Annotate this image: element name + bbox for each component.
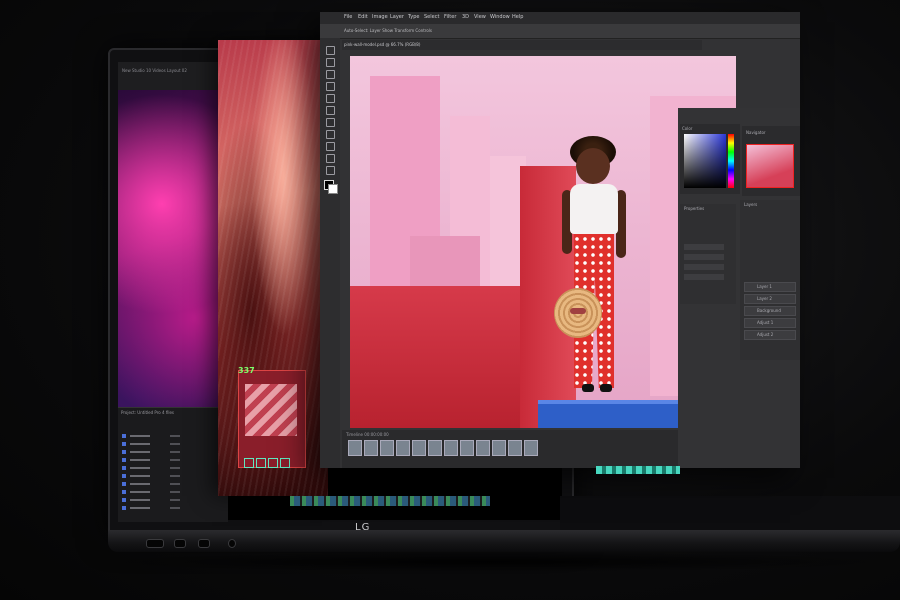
timeline-header: Timeline 00:00:00:00 [346, 432, 389, 437]
hat-band [570, 308, 586, 314]
navigator-thumbnail[interactable] [746, 144, 794, 188]
menu-filter[interactable]: Filter [444, 14, 456, 20]
model-shoe [582, 384, 594, 392]
menu-help[interactable]: Help [512, 14, 523, 20]
list-item[interactable] [122, 498, 182, 502]
project-panel-title: Project: Untitled Pro 4 files [121, 410, 175, 415]
move-tool-icon[interactable] [326, 46, 335, 55]
toggle-icon[interactable] [268, 458, 278, 468]
timeline-frame[interactable] [364, 440, 378, 456]
list-item[interactable] [122, 434, 182, 438]
list-item[interactable] [122, 466, 182, 470]
menu-window[interactable]: Window [490, 14, 510, 20]
laptop-shadow [80, 552, 900, 572]
list-item[interactable] [122, 490, 182, 494]
menu-select[interactable]: Select [424, 14, 439, 20]
timeline-frame[interactable] [460, 440, 474, 456]
toggle-icon[interactable] [256, 458, 266, 468]
usb-c-port-icon [174, 539, 186, 548]
marquee-tool-icon[interactable] [326, 58, 335, 67]
timeline-frame[interactable] [348, 440, 362, 456]
menu-layer[interactable]: Layer [390, 14, 404, 20]
layer-name: Layer 2 [757, 296, 772, 301]
timeline-frame[interactable] [396, 440, 410, 456]
timeline-frame[interactable] [444, 440, 458, 456]
timeline-frame[interactable] [476, 440, 490, 456]
laptop-hinge [560, 496, 900, 532]
options-bar-text[interactable]: Auto-Select: Layer Show Transform Contro… [344, 28, 432, 33]
premiere-header-text: New Studio 10 Videos Layout 02 [122, 68, 187, 73]
layer-row[interactable]: Layer 1 [744, 282, 796, 292]
crop-tool-icon[interactable] [326, 94, 335, 103]
hdmi-port-icon [146, 539, 164, 548]
eyedropper-tool-icon[interactable] [326, 106, 335, 115]
menu-3d[interactable]: 3D [462, 14, 469, 20]
stamp-tool-icon[interactable] [326, 130, 335, 139]
menu-type[interactable]: Type [408, 14, 419, 20]
menu-edit[interactable]: Edit [358, 14, 368, 20]
photoshop-content: File Edit Image Layer Type Select Filter… [320, 12, 800, 468]
layer-name: Layer 1 [757, 284, 772, 289]
list-item[interactable] [122, 442, 182, 446]
layer-name: Background [757, 308, 781, 313]
blue-pedestal [538, 404, 684, 428]
timeline-frame[interactable] [412, 440, 426, 456]
layer-name: Adjust 1 [757, 320, 774, 325]
document-tab[interactable]: pink-wall-model.psd @ 66.7% (RGB/8) [344, 42, 420, 47]
layer-row[interactable]: Background [744, 306, 796, 316]
timeline-frame[interactable] [428, 440, 442, 456]
properties-panel-label[interactable]: Properties [684, 206, 704, 211]
lasso-tool-icon[interactable] [326, 70, 335, 79]
audio-jack-icon [228, 539, 236, 548]
property-row[interactable] [684, 264, 724, 270]
model-shoe [600, 384, 612, 392]
menu-file[interactable]: File [344, 14, 352, 20]
background-color-swatch[interactable] [328, 184, 338, 194]
layer-row[interactable]: Layer 2 [744, 294, 796, 304]
property-row[interactable] [684, 254, 724, 260]
clip-strip [596, 466, 680, 474]
quick-select-tool-icon[interactable] [326, 82, 335, 91]
list-item[interactable] [122, 506, 182, 510]
hue-slider[interactable] [728, 134, 734, 188]
timeline-frame[interactable] [508, 440, 522, 456]
lg-logo: LG [355, 522, 371, 533]
layer-row[interactable]: Adjust 1 [744, 318, 796, 328]
property-row[interactable] [684, 274, 724, 280]
zoom-tool-icon[interactable] [326, 166, 335, 175]
laptop-base [108, 530, 900, 552]
timeline-frame[interactable] [524, 440, 538, 456]
color-picker-field[interactable] [684, 134, 726, 188]
brush-tool-icon[interactable] [326, 118, 335, 127]
timeline-frame[interactable] [380, 440, 394, 456]
list-item[interactable] [122, 482, 182, 486]
timeline-frame[interactable] [492, 440, 506, 456]
project-panel[interactable]: Project: Untitled Pro 4 files [118, 407, 228, 522]
color-panel-label[interactable]: Color [682, 126, 692, 131]
effect-thumbnail-image [245, 384, 297, 436]
video-timeline-strip[interactable] [290, 496, 490, 506]
premiere-header: New Studio 10 Videos Layout 02 [118, 62, 228, 90]
usb-c-port-icon [198, 539, 210, 548]
list-item[interactable] [122, 450, 182, 454]
layer-name: Adjust 2 [757, 332, 774, 337]
text-tool-icon[interactable] [326, 154, 335, 163]
menu-image[interactable]: Image [372, 14, 388, 20]
overlay-number: 337 [238, 366, 255, 375]
eraser-tool-icon[interactable] [326, 142, 335, 151]
navigator-panel-label[interactable]: Navigator [746, 130, 766, 135]
toggle-icon[interactable] [244, 458, 254, 468]
property-row[interactable] [684, 244, 724, 250]
layer-row[interactable]: Adjust 2 [744, 330, 796, 340]
menu-view[interactable]: View [474, 14, 486, 20]
toggle-icon[interactable] [280, 458, 290, 468]
list-item[interactable] [122, 458, 182, 462]
list-item[interactable] [122, 474, 182, 478]
premiere-window: New Studio 10 Videos Layout 02 Project: … [118, 62, 228, 522]
model-face [576, 148, 610, 184]
layers-panel-label[interactable]: Layers [744, 202, 757, 207]
model-shirt [570, 184, 618, 234]
